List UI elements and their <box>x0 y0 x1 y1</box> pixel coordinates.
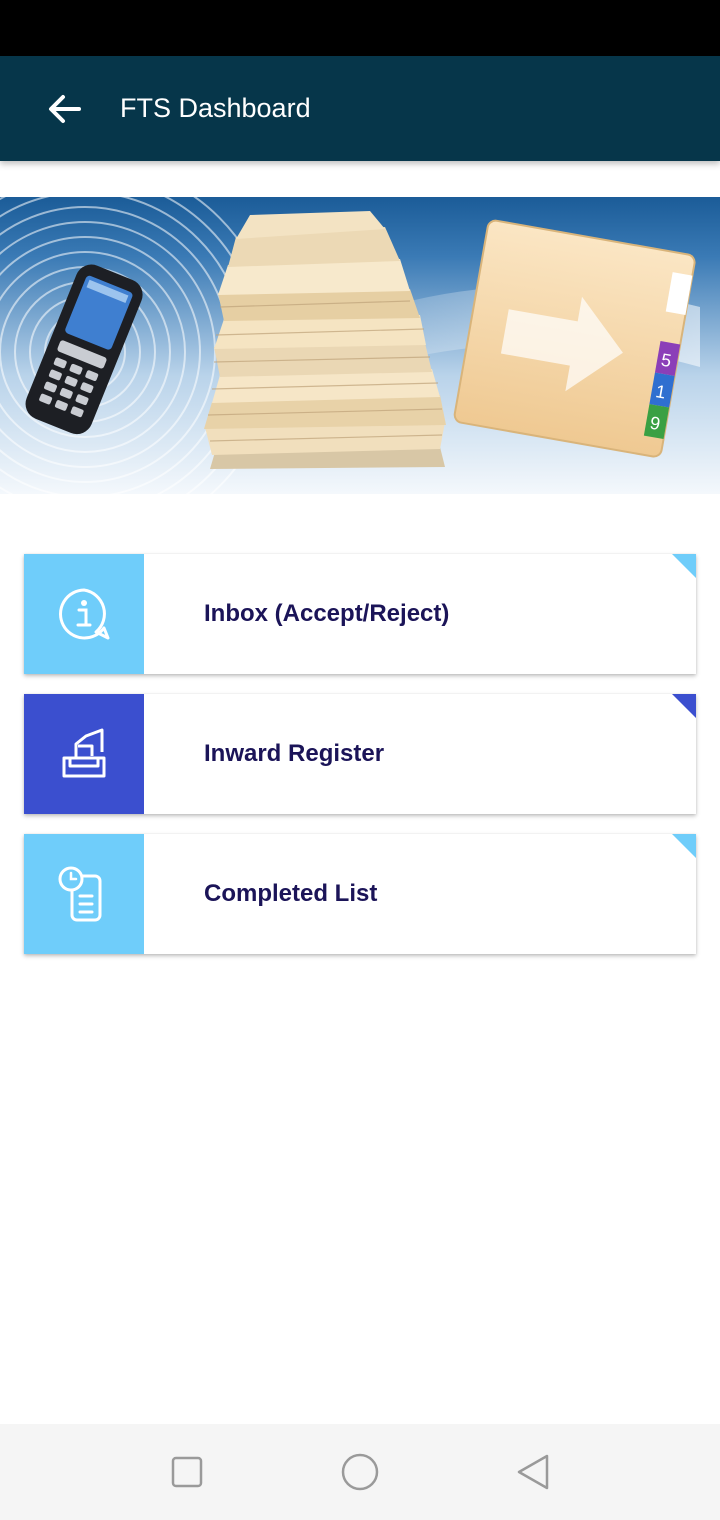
card-label: Completed List <box>204 880 378 907</box>
banner-image: 5 1 9 <box>0 197 720 494</box>
inbox-card[interactable]: Inbox (Accept/Reject) <box>24 554 696 674</box>
clock-list-icon <box>58 866 102 922</box>
card-icon-tile <box>24 834 144 954</box>
home-button[interactable] <box>328 1440 392 1504</box>
card-icon-tile <box>24 694 144 814</box>
back-triangle-icon <box>518 1454 549 1490</box>
back-button[interactable] <box>32 77 96 141</box>
inward-register-card[interactable]: Inward Register <box>24 694 696 814</box>
completed-list-card[interactable]: Completed List <box>24 834 696 954</box>
recents-button[interactable] <box>155 1440 219 1504</box>
app-bar: FTS Dashboard <box>0 56 720 161</box>
system-nav-bar <box>0 1424 720 1520</box>
status-bar <box>0 0 720 56</box>
home-circle-icon <box>341 1453 379 1491</box>
arrow-left-icon <box>49 94 81 123</box>
inward-tray-icon <box>62 728 106 778</box>
corner-accent <box>672 834 696 858</box>
card-label: Inward Register <box>204 740 385 767</box>
corner-accent <box>672 554 696 578</box>
corner-accent <box>672 694 696 718</box>
card-icon-tile <box>24 554 144 674</box>
page-title: FTS Dashboard <box>120 93 311 123</box>
recents-square-icon <box>171 1456 202 1488</box>
card-label: Inbox (Accept/Reject) <box>204 600 450 627</box>
info-chat-icon <box>59 588 110 640</box>
back-nav-button[interactable] <box>501 1440 565 1504</box>
dashboard-menu: Inbox (Accept/Reject) Inward Register Co… <box>24 554 696 974</box>
